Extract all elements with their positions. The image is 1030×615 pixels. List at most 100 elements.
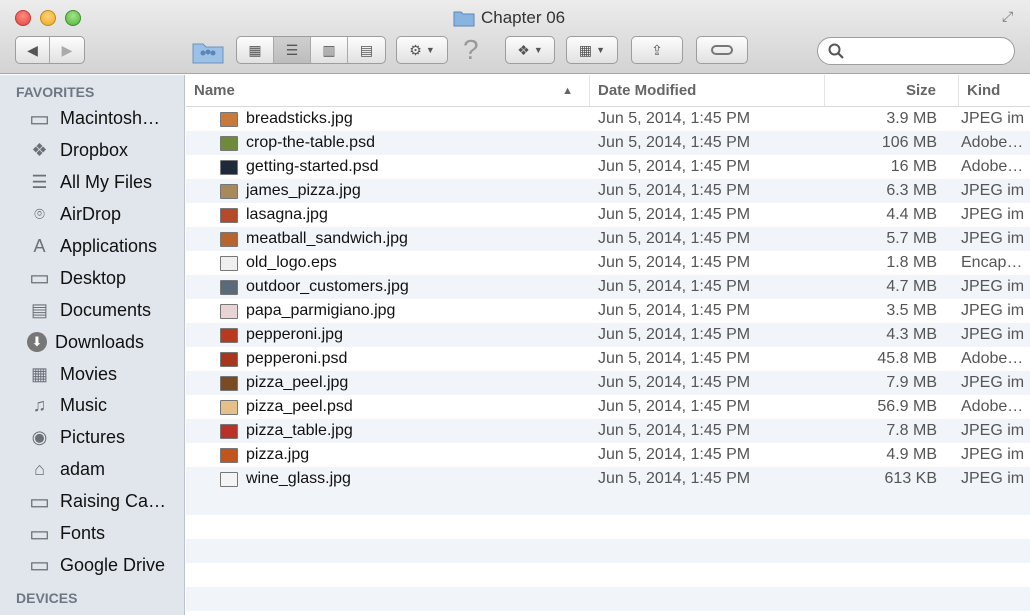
column-view-button[interactable]: ▥ [311, 37, 348, 63]
file-date: Jun 5, 2014, 1:45 PM [598, 230, 751, 247]
zoom-button[interactable] [65, 10, 81, 26]
folder-icon: ▭ [29, 552, 50, 578]
sidebar-item-movies[interactable]: ▦ Movies [0, 358, 184, 390]
shared-folder-icon[interactable] [192, 38, 224, 64]
file-row[interactable]: outdoor_customers.jpg Jun 5, 2014, 1:45 P… [186, 275, 1030, 299]
file-name: lasagna.jpg [246, 206, 328, 223]
file-date: Jun 5, 2014, 1:45 PM [598, 278, 751, 295]
arrange-menu-button[interactable]: ▦ ▼ [566, 36, 618, 64]
file-size: 16 MB [890, 158, 937, 175]
file-thumbnail-icon [220, 399, 238, 415]
file-name-cell: meatball_sandwich.jpg [186, 230, 590, 248]
file-kind: JPEG im [961, 446, 1025, 463]
sidebar-item-applications[interactable]: A Applications [0, 231, 184, 263]
sidebar-item-all-my-files[interactable]: ☰ All My Files [0, 167, 184, 199]
file-kind: JPEG im [961, 326, 1025, 343]
fullscreen-icon[interactable]: ⤢ [1002, 8, 1020, 26]
file-row[interactable]: pizza_table.jpg Jun 5, 2014, 1:45 PM 7.8 M… [186, 419, 1030, 443]
file-row[interactable]: papa_parmigiano.jpg Jun 5, 2014, 1:45 PM 3… [186, 299, 1030, 323]
sidebar-item-label: Desktop [60, 267, 127, 288]
file-name-cell: pizza_peel.psd [186, 398, 590, 416]
dropbox-menu-button[interactable]: ❖ ▼ [505, 36, 555, 64]
search-input[interactable] [850, 43, 1010, 59]
sidebar-item-downloads[interactable]: ⬇ Downloads [0, 326, 184, 358]
column-header-kind[interactable]: Kind [959, 75, 1030, 106]
chevron-down-icon: ▼ [533, 45, 543, 55]
file-thumbnail-icon [220, 471, 238, 487]
view-mode-control[interactable]: ▦ ☰ ▥ ▤ [236, 36, 386, 64]
column-header-size[interactable]: Size [825, 75, 959, 106]
file-size: 6.3 MB [886, 182, 937, 199]
sidebar-item-adam[interactable]: ⌂ adam [0, 454, 184, 486]
file-kind: Adobe… [961, 134, 1024, 151]
icon-view-button[interactable]: ▦ [237, 37, 274, 63]
file-row[interactable]: meatball_sandwich.jpg Jun 5, 2014, 1:45 P… [186, 227, 1030, 251]
file-name-cell: pepperoni.psd [186, 350, 590, 368]
sidebar-item-label: Dropbox [60, 140, 129, 161]
sidebar-item-airdrop[interactable]: ⌾ AirDrop [0, 199, 184, 231]
search-field[interactable] [817, 37, 1015, 65]
forward-button[interactable]: ▶ [50, 37, 84, 63]
file-name-cell: breadsticks.jpg [186, 110, 590, 128]
file-row[interactable]: pizza_peel.jpg Jun 5, 2014, 1:45 PM 7.9 MB… [186, 371, 1030, 395]
sidebar-item-desktop[interactable]: ▭ Desktop [0, 262, 184, 294]
sidebar-item-google-drive[interactable]: ▭ Google Drive [0, 549, 184, 581]
file-name: pepperoni.psd [246, 350, 348, 367]
cover-flow-button[interactable]: ▤ [348, 37, 385, 63]
file-row[interactable]: breadsticks.jpg Jun 5, 2014, 1:45 PM 3.9 M… [186, 107, 1030, 131]
file-size: 7.9 MB [886, 374, 937, 391]
file-name-cell: crop-the-table.psd [186, 134, 590, 152]
sidebar-item-dropbox[interactable]: ❖ Dropbox [0, 135, 184, 167]
file-name: meatball_sandwich.jpg [246, 230, 408, 247]
empty-rows [186, 491, 1030, 611]
sidebar-item-macintosh[interactable]: ▭ Macintosh… [0, 103, 184, 135]
action-menu-button[interactable]: ⚙ ▼ [396, 36, 448, 64]
file-row[interactable]: pepperoni.jpg Jun 5, 2014, 1:45 PM 4.3 MB J… [186, 323, 1030, 347]
column-header-name[interactable]: Name ▲ [186, 75, 590, 106]
file-row[interactable]: james_pizza.jpg Jun 5, 2014, 1:45 PM 6.3 M… [186, 179, 1030, 203]
back-button[interactable]: ◀ [16, 37, 50, 63]
sidebar-heading-devices: DEVICES [16, 590, 78, 607]
minimize-button[interactable] [40, 10, 56, 26]
close-button[interactable] [15, 10, 31, 26]
sidebar-item-label: Google Drive [60, 554, 166, 575]
quick-look-icon[interactable]: ? [463, 34, 479, 66]
file-row[interactable]: wine_glass.jpg Jun 5, 2014, 1:45 PM 613 KB… [186, 467, 1030, 491]
file-date: Jun 5, 2014, 1:45 PM [598, 302, 751, 319]
file-row[interactable]: getting-started.psd Jun 5, 2014, 1:45 PM 1… [186, 155, 1030, 179]
column-header-size-label: Size [905, 82, 936, 99]
column-header-date[interactable]: Date Modified [590, 75, 825, 106]
file-name: papa_parmigiano.jpg [246, 302, 396, 319]
file-row[interactable]: lasagna.jpg Jun 5, 2014, 1:45 PM 4.4 MB JPE… [186, 203, 1030, 227]
file-thumbnail-icon [220, 135, 238, 151]
sidebar-item-raising-ca[interactable]: ▭ Raising Ca… [0, 486, 184, 518]
file-row[interactable]: pizza_peel.psd Jun 5, 2014, 1:45 PM 56.9 M… [186, 395, 1030, 419]
file-name: pizza_peel.psd [246, 398, 353, 415]
sidebar-item-fonts[interactable]: ▭ Fonts [0, 518, 184, 550]
file-date: Jun 5, 2014, 1:45 PM [598, 110, 751, 127]
file-row[interactable]: old_logo.eps Jun 5, 2014, 1:45 PM 1.8 MB En… [186, 251, 1030, 275]
file-row[interactable]: crop-the-table.psd Jun 5, 2014, 1:45 PM 10… [186, 131, 1030, 155]
file-name-cell: pepperoni.jpg [186, 326, 590, 344]
list-view-button[interactable]: ☰ [274, 37, 311, 63]
movies-icon: ▦ [30, 363, 48, 384]
sidebar-item-label: Raising Ca… [60, 491, 167, 512]
sidebar-item-documents[interactable]: ▤ Documents [0, 294, 184, 326]
file-date: Jun 5, 2014, 1:45 PM [598, 398, 751, 415]
file-date: Jun 5, 2014, 1:45 PM [598, 326, 751, 343]
file-size: 3.5 MB [886, 302, 937, 319]
file-name-cell: lasagna.jpg [186, 206, 590, 224]
search-icon [828, 43, 844, 59]
file-row[interactable]: pizza.jpg Jun 5, 2014, 1:45 PM 4.9 MB JPEG … [186, 443, 1030, 467]
documents-icon: ▤ [30, 299, 48, 320]
file-kind: JPEG im [961, 206, 1025, 223]
file-kind: JPEG im [961, 230, 1025, 247]
tags-button[interactable] [696, 36, 748, 64]
file-row[interactable]: pepperoni.psd Jun 5, 2014, 1:45 PM 45.8 MB… [186, 347, 1030, 371]
sidebar-item-pictures[interactable]: ◉ Pictures [0, 422, 184, 454]
file-name-cell: outdoor_customers.jpg [186, 278, 590, 296]
file-name-cell: pizza_table.jpg [186, 422, 590, 440]
sidebar-item-music[interactable]: ♫ Music [0, 390, 184, 422]
back-forward-control[interactable]: ◀ ▶ [15, 36, 85, 64]
share-button[interactable]: ⇪ [631, 36, 683, 64]
